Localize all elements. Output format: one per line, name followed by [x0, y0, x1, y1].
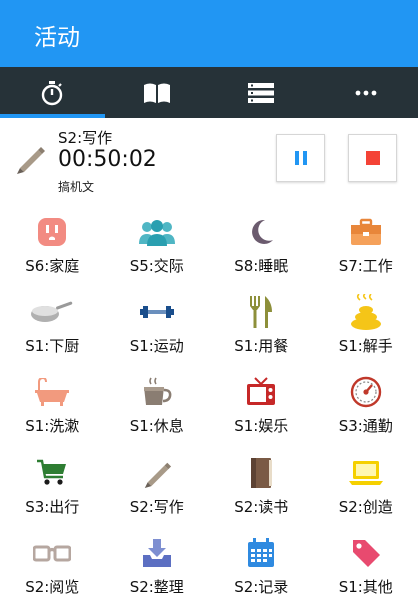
- tv-icon: [209, 372, 314, 412]
- activity-item[interactable]: S1:下厨: [0, 292, 105, 374]
- activity-item[interactable]: S2:写作: [105, 453, 210, 535]
- more-icon: [355, 90, 377, 96]
- laptop-icon: [314, 453, 418, 493]
- activity-label: S2:写作: [105, 496, 210, 517]
- current-activity-note: 搞机文: [58, 178, 94, 195]
- fork-knife-icon: [209, 292, 314, 332]
- people-icon: [105, 212, 210, 252]
- app-title: 活动: [34, 18, 80, 52]
- activity-label: S8:睡眠: [209, 255, 314, 276]
- frying-pan-icon: [0, 292, 105, 332]
- dumbbell-icon: [105, 292, 210, 332]
- activity-item[interactable]: S7:工作: [314, 212, 418, 294]
- activity-label: S1:用餐: [209, 335, 314, 356]
- book-icon: [143, 82, 171, 104]
- activity-label: S1:解手: [314, 335, 418, 356]
- pause-button[interactable]: [276, 134, 325, 182]
- activity-label: S1:休息: [105, 415, 210, 436]
- activity-item[interactable]: S1:娱乐: [209, 372, 314, 454]
- activity-label: S2:阅览: [0, 576, 105, 597]
- activity-item[interactable]: S2:读书: [209, 453, 314, 535]
- activity-label: S1:洗漱: [0, 415, 105, 436]
- activity-item[interactable]: S8:睡眠: [209, 212, 314, 294]
- activity-item[interactable]: S1:洗漱: [0, 372, 105, 454]
- speedometer-icon: [314, 372, 418, 412]
- activity-item[interactable]: S2:整理: [105, 533, 210, 615]
- briefcase-icon: [314, 212, 418, 252]
- stop-icon: [366, 151, 380, 165]
- poop-icon: [314, 292, 418, 332]
- outlet-icon: [0, 212, 105, 252]
- activity-label: S3:出行: [0, 496, 105, 517]
- app-bar: 活动: [0, 0, 418, 67]
- activity-label: S7:工作: [314, 255, 418, 276]
- activity-label: S1:下厨: [0, 335, 105, 356]
- activity-label: S1:运动: [105, 335, 210, 356]
- tab-indicator: [0, 114, 105, 118]
- pencil-icon: [14, 142, 46, 174]
- activity-item[interactable]: S1:用餐: [209, 292, 314, 374]
- activity-label: S5:交际: [105, 255, 210, 276]
- timer-icon: [39, 80, 65, 106]
- activity-label: S1:其他: [314, 576, 418, 597]
- activity-item[interactable]: S1:其他: [314, 533, 418, 615]
- calendar-icon: [209, 533, 314, 573]
- tab-book[interactable]: [105, 67, 210, 118]
- glasses-icon: [0, 533, 105, 573]
- activity-label: S1:娱乐: [209, 415, 314, 436]
- activity-label: S2:记录: [209, 576, 314, 597]
- activity-item[interactable]: S2:记录: [209, 533, 314, 615]
- list-icon: [248, 82, 274, 104]
- pencil-icon: [105, 453, 210, 493]
- tab-list[interactable]: [209, 67, 314, 118]
- activity-item[interactable]: S3:通勤: [314, 372, 418, 454]
- activity-item[interactable]: S2:创造: [314, 453, 418, 535]
- activity-item[interactable]: S2:阅览: [0, 533, 105, 615]
- pause-icon: [294, 150, 308, 166]
- activity-item[interactable]: S5:交际: [105, 212, 210, 294]
- moon-icon: [209, 212, 314, 252]
- activity-item[interactable]: S1:运动: [105, 292, 210, 374]
- tab-more[interactable]: [314, 67, 418, 118]
- inbox-tray-icon: [105, 533, 210, 573]
- tab-bar: [0, 67, 418, 118]
- coffee-cup-icon: [105, 372, 210, 412]
- activity-label: S2:整理: [105, 576, 210, 597]
- book-icon: [209, 453, 314, 493]
- activity-label: S3:通勤: [314, 415, 418, 436]
- bathtub-icon: [0, 372, 105, 412]
- activity-item[interactable]: S6:家庭: [0, 212, 105, 294]
- shopping-cart-icon: [0, 453, 105, 493]
- activity-item[interactable]: S1:休息: [105, 372, 210, 454]
- stop-button[interactable]: [348, 134, 397, 182]
- activity-label: S2:创造: [314, 496, 418, 517]
- activity-label: S6:家庭: [0, 255, 105, 276]
- current-activity-name: S2:写作: [58, 127, 112, 148]
- activity-label: S2:读书: [209, 496, 314, 517]
- activity-item[interactable]: S3:出行: [0, 453, 105, 535]
- activity-item[interactable]: S1:解手: [314, 292, 418, 374]
- tag-icon: [314, 533, 418, 573]
- tab-timer[interactable]: [0, 67, 105, 118]
- elapsed-time: 00:50:02: [58, 147, 157, 172]
